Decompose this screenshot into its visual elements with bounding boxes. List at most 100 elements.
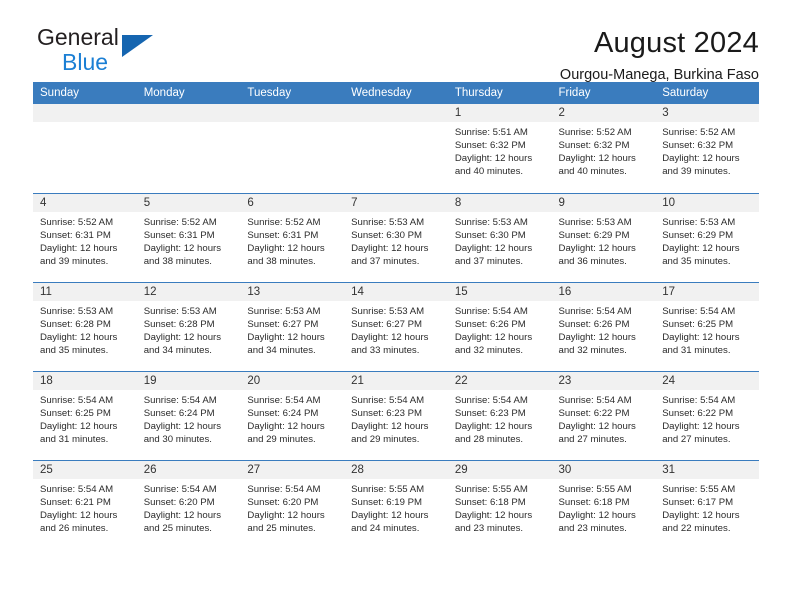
sunrise-text: Sunrise: 5:53 AM (40, 305, 114, 317)
weekday-header-friday: Friday (551, 82, 656, 104)
daylight-text: Daylight: 12 hours and 29 minutes. (247, 420, 325, 445)
day-details: Sunrise: 5:53 AM Sunset: 6:28 PM Daylight:… (33, 301, 137, 357)
day-details: Sunrise: 5:55 AM Sunset: 6:18 PM Daylight:… (552, 479, 656, 535)
calendar-day-cell[interactable]: 29 Sunrise: 5:55 AM Sunset: 6:18 PM Dayligh… (447, 459, 552, 549)
calendar-day-cell[interactable]: 4 Sunrise: 5:52 AM Sunset: 6:31 PM Daylight… (33, 192, 137, 282)
sunset-text: Sunset: 6:31 PM (247, 229, 319, 241)
day-number: 26 (136, 460, 241, 479)
sunset-text: Sunset: 6:27 PM (351, 318, 423, 330)
logo-triangle-icon (122, 35, 153, 57)
day-number: 14 (344, 282, 448, 301)
calendar-day-cell[interactable]: 12 Sunrise: 5:53 AM Sunset: 6:28 PM Dayligh… (136, 281, 241, 371)
day-details: Sunrise: 5:51 AM Sunset: 6:32 PM Daylight:… (448, 122, 552, 178)
daylight-text: Daylight: 12 hours and 34 minutes. (247, 331, 325, 356)
daylight-text: Daylight: 12 hours and 28 minutes. (454, 420, 533, 445)
calendar-day-cell[interactable]: 3 Sunrise: 5:52 AM Sunset: 6:32 PM Daylight… (655, 104, 759, 193)
calendar-day-cell[interactable]: 24 Sunrise: 5:54 AM Sunset: 6:22 PM Dayligh… (655, 370, 759, 460)
calendar-day-cell[interactable]: 8 Sunrise: 5:53 AM Sunset: 6:30 PM Daylight… (447, 192, 552, 282)
sunset-text: Sunset: 6:25 PM (40, 407, 111, 419)
calendar-day-cell[interactable]: 17 Sunrise: 5:54 AM Sunset: 6:25 PM Dayligh… (655, 281, 759, 371)
daylight-text: Daylight: 12 hours and 32 minutes. (558, 331, 636, 356)
weekday-header-sunday: Sunday (33, 82, 137, 104)
sunrise-text: Sunrise: 5:55 AM (558, 483, 632, 495)
calendar-cell-empty (136, 104, 241, 193)
calendar-week-row: 1 Sunrise: 5:51 AM Sunset: 6:32 PM Daylight… (33, 104, 759, 193)
sunrise-text: Sunrise: 5:54 AM (40, 483, 114, 495)
sunset-text: Sunset: 6:24 PM (247, 407, 319, 419)
calendar-day-cell[interactable]: 30 Sunrise: 5:55 AM Sunset: 6:18 PM Dayligh… (551, 459, 656, 549)
sunset-text: Sunset: 6:25 PM (662, 318, 734, 330)
calendar-day-cell[interactable]: 19 Sunrise: 5:54 AM Sunset: 6:24 PM Dayligh… (136, 370, 241, 460)
sunset-text: Sunset: 6:30 PM (454, 229, 526, 241)
sunrise-text: Sunrise: 5:54 AM (143, 394, 217, 406)
generalblue-logo[interactable]: General Blue (33, 26, 177, 82)
day-number (240, 104, 345, 122)
sunrise-text: Sunrise: 5:55 AM (662, 483, 736, 495)
sunset-text: Sunset: 6:27 PM (247, 318, 319, 330)
sunrise-text: Sunrise: 5:51 AM (454, 127, 528, 138)
calendar-day-cell[interactable]: 5 Sunrise: 5:52 AM Sunset: 6:31 PM Daylight… (136, 192, 241, 282)
day-details: Sunrise: 5:54 AM Sunset: 6:26 PM Daylight:… (448, 301, 552, 357)
logo-text-general: General (37, 24, 119, 50)
day-number: 17 (655, 282, 759, 301)
calendar-day-cell[interactable]: 25 Sunrise: 5:54 AM Sunset: 6:21 PM Dayligh… (33, 459, 137, 549)
calendar-day-cell[interactable]: 10 Sunrise: 5:53 AM Sunset: 6:29 PM Dayligh… (655, 192, 759, 282)
calendar-day-cell[interactable]: 9 Sunrise: 5:53 AM Sunset: 6:29 PM Daylight… (551, 192, 656, 282)
day-number: 5 (136, 193, 241, 212)
sunrise-text: Sunrise: 5:55 AM (454, 483, 528, 495)
day-number: 7 (344, 193, 448, 212)
day-details: Sunrise: 5:52 AM Sunset: 6:31 PM Daylight:… (33, 212, 137, 268)
day-number: 30 (551, 460, 656, 479)
daylight-text: Daylight: 12 hours and 31 minutes. (662, 331, 740, 356)
sunrise-text: Sunrise: 5:54 AM (558, 394, 632, 406)
calendar-day-cell[interactable]: 26 Sunrise: 5:54 AM Sunset: 6:20 PM Dayligh… (136, 459, 241, 549)
sunrise-text: Sunrise: 5:53 AM (351, 216, 425, 228)
day-details: Sunrise: 5:54 AM Sunset: 6:21 PM Daylight:… (33, 479, 137, 535)
calendar-week-row: 18 Sunrise: 5:54 AM Sunset: 6:25 PM Dayligh… (33, 370, 759, 460)
calendar-day-cell[interactable]: 23 Sunrise: 5:54 AM Sunset: 6:22 PM Dayligh… (551, 370, 656, 460)
sunset-text: Sunset: 6:20 PM (247, 496, 319, 508)
calendar-day-cell[interactable]: 13 Sunrise: 5:53 AM Sunset: 6:27 PM Dayligh… (240, 281, 345, 371)
calendar-day-cell[interactable]: 15 Sunrise: 5:54 AM Sunset: 6:26 PM Dayligh… (447, 281, 552, 371)
sunset-text: Sunset: 6:18 PM (558, 496, 630, 508)
calendar-day-cell[interactable]: 21 Sunrise: 5:54 AM Sunset: 6:23 PM Dayligh… (344, 370, 448, 460)
daylight-text: Daylight: 12 hours and 29 minutes. (351, 420, 429, 445)
calendar-day-cell[interactable]: 7 Sunrise: 5:53 AM Sunset: 6:30 PM Daylight… (344, 192, 448, 282)
day-details: Sunrise: 5:52 AM Sunset: 6:32 PM Daylight:… (552, 122, 656, 178)
day-number: 18 (33, 371, 137, 390)
calendar-day-cell[interactable]: 11 Sunrise: 5:53 AM Sunset: 6:28 PM Dayligh… (33, 281, 137, 371)
day-number: 12 (136, 282, 241, 301)
calendar-day-cell[interactable]: 1 Sunrise: 5:51 AM Sunset: 6:32 PM Daylight… (447, 104, 552, 193)
daylight-text: Daylight: 12 hours and 24 minutes. (351, 509, 429, 534)
calendar-day-cell[interactable]: 18 Sunrise: 5:54 AM Sunset: 6:25 PM Dayligh… (33, 370, 137, 460)
weekday-header-wednesday: Wednesday (344, 82, 448, 104)
day-details: Sunrise: 5:53 AM Sunset: 6:27 PM Daylight:… (240, 301, 344, 357)
calendar-day-cell[interactable]: 22 Sunrise: 5:54 AM Sunset: 6:23 PM Dayligh… (447, 370, 552, 460)
daylight-text: Daylight: 12 hours and 26 minutes. (40, 509, 118, 534)
sunset-text: Sunset: 6:32 PM (454, 140, 526, 152)
calendar-day-cell[interactable]: 2 Sunrise: 5:52 AM Sunset: 6:32 PM Daylight… (551, 104, 656, 193)
sunset-text: Sunset: 6:17 PM (662, 496, 734, 508)
calendar-day-cell[interactable]: 14 Sunrise: 5:53 AM Sunset: 6:27 PM Dayligh… (344, 281, 448, 371)
calendar-day-cell[interactable]: 28 Sunrise: 5:55 AM Sunset: 6:19 PM Dayligh… (344, 459, 448, 549)
calendar-day-cell[interactable]: 31 Sunrise: 5:55 AM Sunset: 6:17 PM Dayligh… (655, 459, 759, 549)
calendar-day-cell[interactable]: 20 Sunrise: 5:54 AM Sunset: 6:24 PM Dayligh… (240, 370, 345, 460)
day-details: Sunrise: 5:53 AM Sunset: 6:27 PM Daylight:… (344, 301, 448, 357)
sunrise-text: Sunrise: 5:52 AM (662, 127, 736, 138)
day-number: 23 (551, 371, 656, 390)
sunrise-text: Sunrise: 5:53 AM (351, 305, 425, 317)
sunrise-text: Sunrise: 5:54 AM (143, 483, 217, 495)
sunset-text: Sunset: 6:29 PM (662, 229, 734, 241)
calendar-day-cell[interactable]: 16 Sunrise: 5:54 AM Sunset: 6:26 PM Dayligh… (551, 281, 656, 371)
calendar-day-cell[interactable]: 27 Sunrise: 5:54 AM Sunset: 6:20 PM Dayligh… (240, 459, 345, 549)
sunrise-text: Sunrise: 5:54 AM (454, 305, 528, 317)
daylight-text: Daylight: 12 hours and 35 minutes. (40, 331, 118, 356)
calendar-body: 1 Sunrise: 5:51 AM Sunset: 6:32 PM Daylight… (33, 104, 759, 549)
weekday-header-thursday: Thursday (447, 82, 552, 104)
day-details: Sunrise: 5:54 AM Sunset: 6:23 PM Daylight:… (448, 390, 552, 446)
calendar-day-cell[interactable]: 6 Sunrise: 5:52 AM Sunset: 6:31 PM Daylight… (240, 192, 345, 282)
daylight-text: Daylight: 12 hours and 38 minutes. (247, 242, 325, 267)
sunrise-text: Sunrise: 5:54 AM (40, 394, 114, 406)
daylight-text: Daylight: 12 hours and 25 minutes. (247, 509, 325, 534)
sunset-text: Sunset: 6:22 PM (558, 407, 630, 419)
